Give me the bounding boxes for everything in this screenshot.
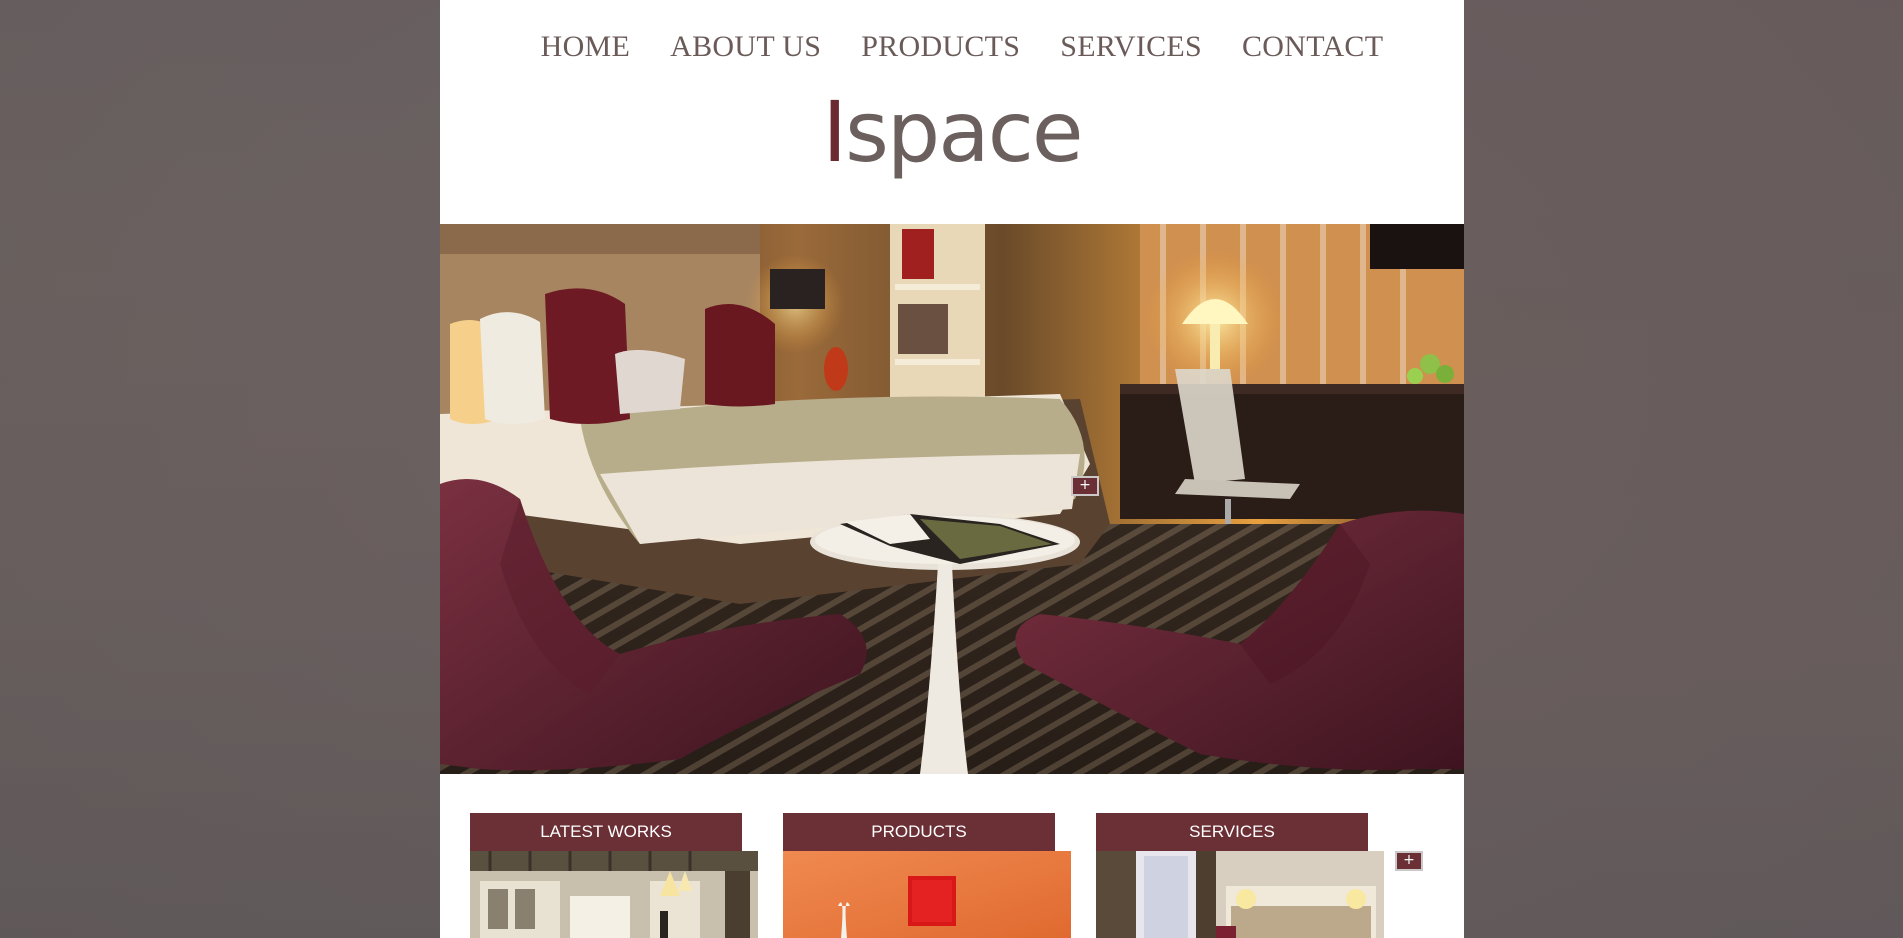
- nav-home[interactable]: HOME: [541, 30, 631, 64]
- background-right: [1464, 0, 1903, 938]
- site-logo[interactable]: Ispace: [440, 82, 1464, 192]
- card-services[interactable]: SERVICES +: [1096, 813, 1423, 938]
- logo-text: space: [845, 83, 1083, 181]
- nav-about-us[interactable]: ABOUT US: [670, 30, 821, 64]
- logo-first-letter: I: [822, 83, 847, 181]
- services-expand-button[interactable]: +: [1395, 851, 1423, 871]
- card-products[interactable]: PRODUCTS: [783, 813, 1073, 938]
- card-title: LATEST WORKS: [470, 813, 742, 851]
- hero-expand-button[interactable]: +: [1071, 476, 1099, 496]
- nav-contact[interactable]: CONTACT: [1242, 30, 1383, 64]
- card-title: SERVICES: [1096, 813, 1368, 851]
- main-nav: HOME ABOUT US PRODUCTS SERVICES CONTACT: [440, 30, 1464, 64]
- nav-products[interactable]: PRODUCTS: [861, 30, 1020, 64]
- hotel-room-photo: [440, 224, 1464, 774]
- feature-cards: LATEST WORKS PRODUCTS SERVICES +: [470, 813, 1434, 938]
- nav-services[interactable]: SERVICES: [1060, 30, 1202, 64]
- card-title: PRODUCTS: [783, 813, 1055, 851]
- latest-works-thumbnail[interactable]: [470, 851, 758, 938]
- card-latest-works[interactable]: LATEST WORKS: [470, 813, 760, 938]
- products-thumbnail[interactable]: [783, 851, 1071, 938]
- hero-image: +: [440, 224, 1464, 774]
- page-container: HOME ABOUT US PRODUCTS SERVICES CONTACT …: [440, 0, 1464, 938]
- background-left: [0, 0, 440, 938]
- services-thumbnail[interactable]: [1096, 851, 1384, 938]
